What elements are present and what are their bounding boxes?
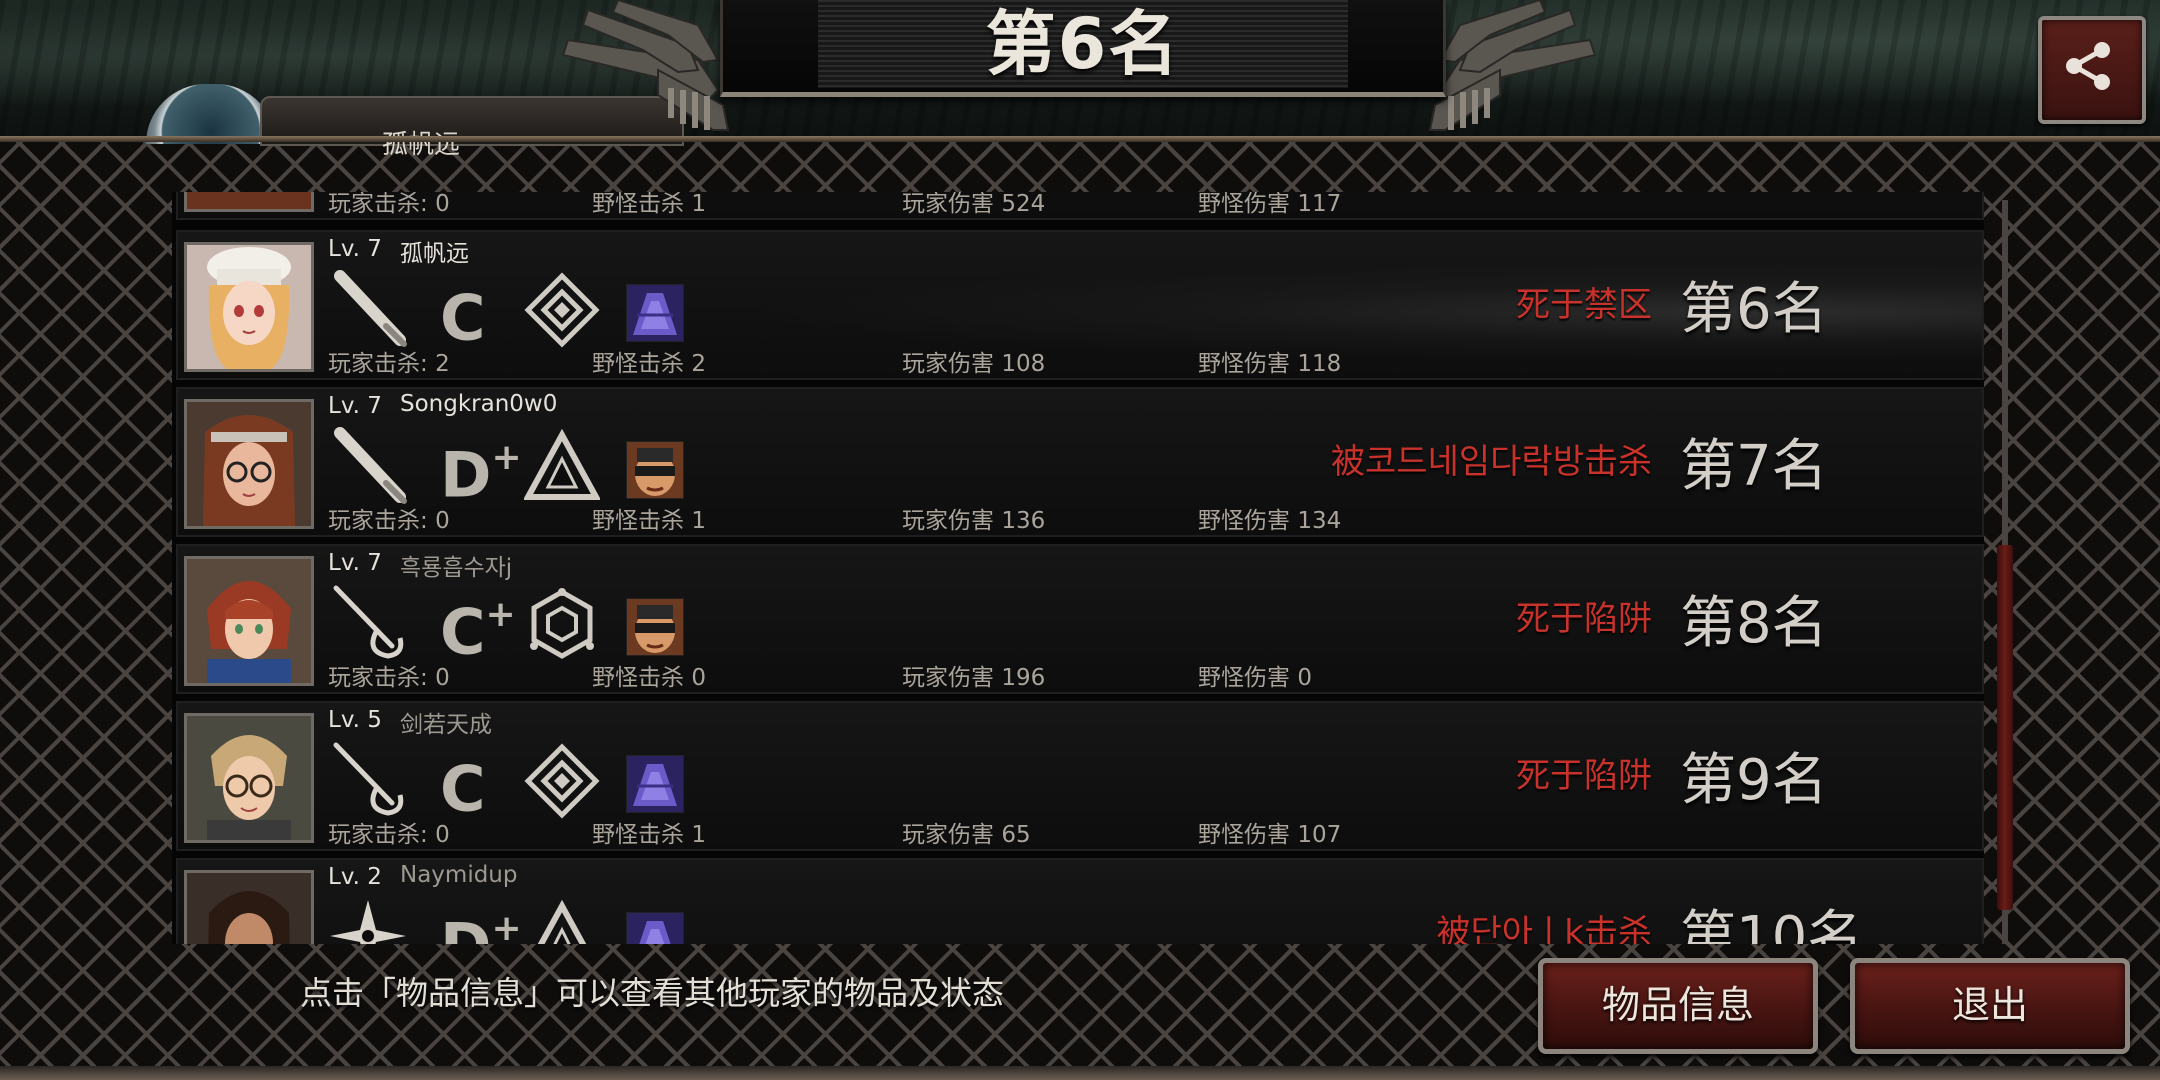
player-damage-stat: 玩家伤害 196 [902, 665, 1046, 691]
player-name: 剑若天成 [400, 712, 492, 738]
bat-icon [334, 427, 407, 504]
ranking-list[interactable]: 玩家击杀: 0 野怪击杀 1 玩家伤害 524 野怪伤害 117 Lv. 7 孤… [172, 192, 1984, 944]
hexagon-emblem-icon [530, 588, 594, 659]
rank-title-plate: 第6名 [720, 0, 1446, 97]
item-grade: C [440, 281, 486, 355]
monster-kills-stat: 野怪击杀 0 [592, 665, 706, 691]
player-level: Lv. 7 [328, 393, 382, 419]
player-name: Songkran0w0 [400, 391, 558, 417]
item-grade: C [440, 752, 486, 826]
rank-label: 第8名 [1680, 591, 1828, 656]
rank-label: 第6名 [1680, 277, 1828, 342]
player-damage-stat: 玩家伤害 524 [902, 192, 1046, 217]
player-name: 孤帆远 [400, 241, 469, 267]
ranking-row[interactable]: Lv. 2 Naymidup D+ 被단아ㅣk击杀 第10名 [176, 858, 1984, 944]
scrollbar-thumb[interactable] [1997, 545, 2013, 910]
item-grade: D+ [440, 437, 522, 512]
rapier-icon [333, 742, 404, 816]
ranking-row[interactable]: Lv. 5 剑若天成 C 死于陷阱 第9名 玩家击杀: 0 野怪击杀 1 玩家伤… [176, 701, 1984, 851]
revolver-wing-left-icon [561, 0, 730, 131]
monster-kills-stat: 野怪击杀 2 [592, 351, 706, 377]
monster-kills-stat: 野怪击杀 1 [592, 192, 706, 217]
exit-button[interactable]: 退出 [1850, 958, 2130, 1054]
face-item-icon [626, 598, 684, 656]
player-level: Lv. 7 [328, 236, 382, 262]
death-cause: 被코드네임다락방击杀 [1331, 442, 1652, 482]
ranking-row[interactable]: Lv. 7 흑룡흡수자j C+ 死于陷阱 第8名 玩家击杀: 0 野怪击杀 0 … [176, 544, 1984, 694]
item-grade: D+ [440, 908, 522, 944]
purple-item-icon [626, 912, 684, 944]
page-title: 第6名 [985, 3, 1181, 85]
triangle-emblem-icon [537, 900, 587, 944]
item-info-hint: 点击「物品信息」可以查看其他玩家的物品及状态 [300, 974, 1005, 1012]
player-kills-stat: 玩家击杀: 0 [328, 665, 450, 691]
player-avatar [184, 399, 314, 529]
share-icon [2066, 42, 2110, 90]
ranking-row-current-player[interactable]: Lv. 7 孤帆远 C 死于禁区 第6名 玩家击杀: 2 野怪击杀 2 玩家伤害… [176, 230, 1984, 380]
monster-damage-stat: 野怪伤害 117 [1198, 192, 1342, 217]
monster-damage-stat: 野怪伤害 0 [1198, 665, 1312, 691]
player-avatar [184, 556, 314, 686]
shuriken-icon [330, 900, 406, 944]
rank-label: 第10名 [1680, 905, 1864, 944]
player-avatar [184, 713, 314, 843]
diamond-emblem-icon [524, 743, 600, 819]
monster-kills-stat: 野怪击杀 1 [592, 822, 706, 848]
death-cause: 被단아ㅣk击杀 [1436, 913, 1652, 944]
player-kills-stat: 玩家击杀: 0 [328, 822, 450, 848]
monster-damage-stat: 野怪伤害 107 [1198, 822, 1342, 848]
result-screen: 孤帆远 第6名 玩家击杀: 0 野怪击杀 1 玩家伤害 524 野怪伤害 117… [0, 0, 2160, 1080]
share-button[interactable] [2038, 16, 2146, 124]
player-avatar [184, 242, 314, 372]
death-cause: 死于禁区 [1516, 285, 1652, 325]
rank-label: 第7名 [1680, 434, 1828, 499]
player-avatar [184, 192, 314, 212]
diamond-emblem-icon [524, 272, 600, 348]
purple-item-icon [626, 284, 684, 342]
player-name-tab-label: 孤帆远 [382, 130, 461, 160]
player-name: Naymidup [400, 862, 518, 888]
player-damage-stat: 玩家伤害 65 [902, 822, 1031, 848]
monster-damage-stat: 野怪伤害 118 [1198, 351, 1342, 377]
player-damage-stat: 玩家伤害 108 [902, 351, 1046, 377]
player-avatar [184, 870, 314, 944]
revolver-wing-right-icon [1428, 0, 1597, 131]
monster-kills-stat: 野怪击杀 1 [592, 508, 706, 534]
monster-damage-stat: 野怪伤害 134 [1198, 508, 1342, 534]
frame-top-edge [0, 136, 2160, 142]
purple-item-icon [626, 755, 684, 813]
item-info-button[interactable]: 物品信息 [1538, 958, 1818, 1054]
player-level: Lv. 2 [328, 864, 382, 890]
triangle-emblem-icon [524, 429, 600, 500]
death-cause: 死于陷阱 [1516, 756, 1652, 796]
player-level: Lv. 5 [328, 707, 382, 733]
death-cause: 死于陷阱 [1516, 599, 1652, 639]
player-kills-stat: 玩家击杀: 2 [328, 351, 450, 377]
player-kills-stat: 玩家击杀: 0 [328, 192, 450, 217]
rank-label: 第9名 [1680, 748, 1828, 813]
face-item-icon [626, 441, 684, 499]
player-name: 흑룡흡수자j [400, 555, 513, 581]
frame-bottom-edge [0, 1066, 2160, 1080]
item-grade: C+ [440, 594, 516, 669]
player-level: Lv. 7 [328, 550, 382, 576]
ranking-row[interactable]: 玩家击杀: 0 野怪击杀 1 玩家伤害 524 野怪伤害 117 [176, 192, 1984, 220]
item-info-button-label: 物品信息 [1601, 983, 1754, 1027]
player-kills-stat: 玩家击杀: 0 [328, 508, 450, 534]
player-damage-stat: 玩家伤害 136 [902, 508, 1046, 534]
ranking-row[interactable]: Lv. 7 Songkran0w0 D+ 被코드네임다락방击杀 第7名 玩家击杀… [176, 387, 1984, 537]
rapier-icon [333, 585, 404, 659]
exit-button-label: 退出 [1951, 983, 2028, 1027]
bat-icon [334, 270, 407, 347]
